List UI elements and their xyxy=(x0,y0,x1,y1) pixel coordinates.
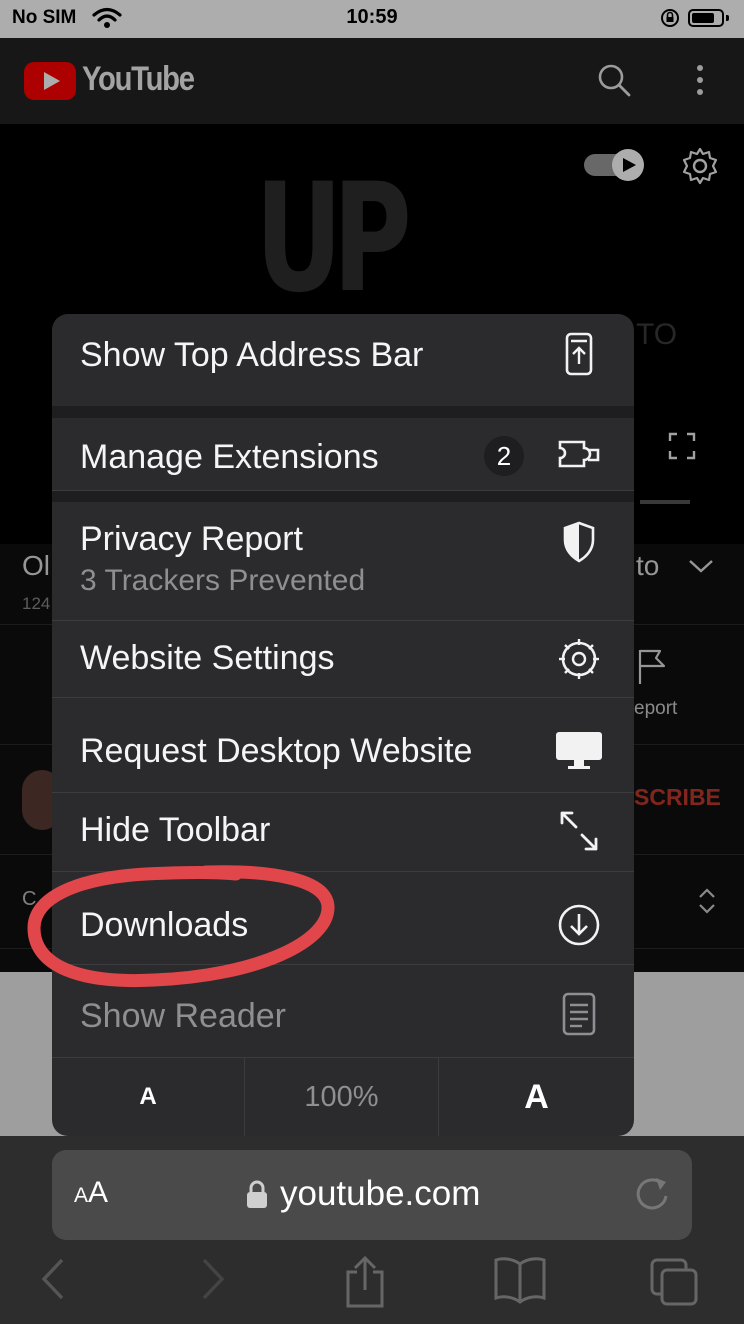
zoom-controls: A 100% A xyxy=(52,1058,634,1136)
menu-item-label: Hide Toolbar xyxy=(80,811,271,849)
menu-item-request-desktop-website[interactable]: Request Desktop Website xyxy=(52,698,634,792)
desktop-icon xyxy=(556,732,602,769)
menu-item-show-top-address-bar[interactable]: Show Top Address Bar xyxy=(52,314,634,406)
decrease-text-size-button[interactable]: A xyxy=(52,1058,244,1136)
resize-arrows-icon xyxy=(560,811,598,851)
menu-item-label: Show Reader xyxy=(80,997,287,1035)
page-menu: Show Top Address Bar Manage Extensions 2… xyxy=(52,314,634,1136)
back-icon[interactable] xyxy=(36,1254,70,1304)
zoom-level[interactable]: 100% xyxy=(245,1058,438,1136)
show-top-address-bar-icon xyxy=(565,332,593,376)
extension-icon xyxy=(558,440,600,468)
reload-icon[interactable] xyxy=(632,1172,672,1214)
bookmarks-icon[interactable] xyxy=(492,1254,548,1304)
extensions-count-badge: 2 xyxy=(484,436,524,476)
menu-item-manage-extensions[interactable]: Manage Extensions 2 xyxy=(52,418,634,490)
gear-icon xyxy=(559,639,599,679)
menu-item-label: Privacy Report xyxy=(80,520,303,558)
menu-item-subtitle: 3 Trackers Prevented xyxy=(80,564,366,597)
share-icon[interactable] xyxy=(340,1254,390,1310)
menu-item-label: Website Settings xyxy=(80,639,335,677)
url-text: youtube.com xyxy=(280,1174,481,1213)
browser-bottom-bar: AA youtube.com xyxy=(0,1136,744,1324)
menu-item-label: Manage Extensions xyxy=(80,438,379,476)
text-size-button[interactable]: AA xyxy=(74,1176,108,1210)
shield-icon xyxy=(563,521,595,563)
menu-item-website-settings[interactable]: Website Settings xyxy=(52,621,634,697)
menu-item-label: Request Desktop Website xyxy=(80,732,473,770)
address-bar[interactable]: AA youtube.com xyxy=(52,1150,692,1240)
browser-toolbar xyxy=(0,1246,744,1324)
annotation-circle xyxy=(27,865,335,988)
download-circle-icon xyxy=(558,904,600,946)
forward-icon[interactable] xyxy=(196,1254,230,1304)
lock-icon xyxy=(247,1180,267,1208)
text-size-label: AA xyxy=(74,1176,109,1209)
menu-group-separator xyxy=(52,491,634,502)
tabs-icon[interactable] xyxy=(646,1254,702,1308)
menu-group-separator xyxy=(52,406,634,418)
menu-item-privacy-report[interactable]: Privacy Report 3 Trackers Prevented xyxy=(52,502,634,620)
menu-item-label: Show Top Address Bar xyxy=(80,336,424,374)
reader-icon xyxy=(562,992,596,1036)
increase-text-size-button[interactable]: A xyxy=(439,1058,634,1136)
